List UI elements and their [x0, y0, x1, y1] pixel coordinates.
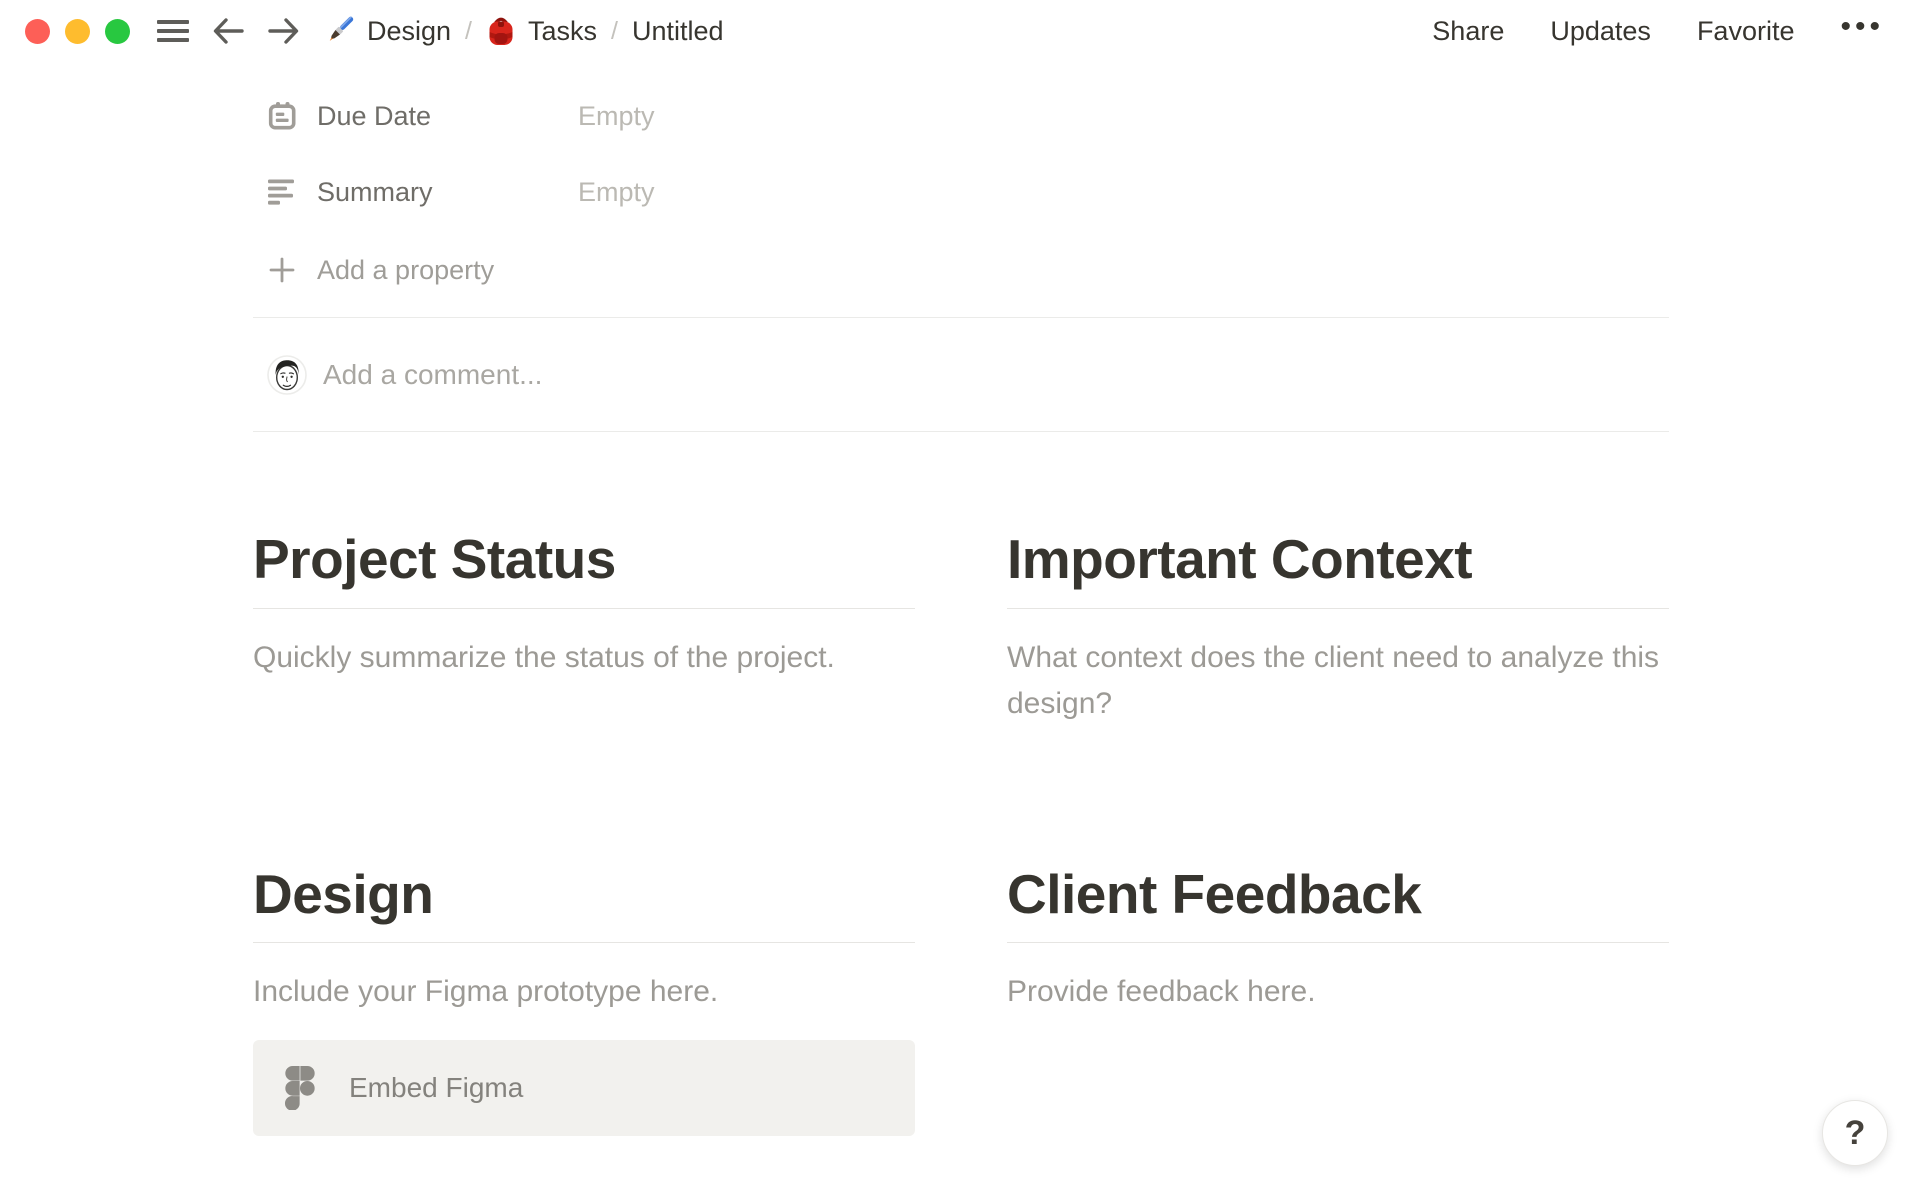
breadcrumb-separator: / [611, 16, 618, 45]
embed-figma-button[interactable]: Embed Figma [253, 1039, 915, 1136]
divider [1007, 942, 1669, 944]
property-label: Summary [317, 176, 433, 207]
section-design: Design Include your Figma prototype here… [253, 862, 915, 1136]
minimize-window-button[interactable] [65, 18, 90, 44]
comment-section [253, 318, 1669, 431]
breadcrumb-item-tasks[interactable]: Tasks [486, 15, 597, 47]
zoom-window-button[interactable] [105, 18, 130, 44]
section-title: Project Status [253, 528, 616, 590]
figma-icon [285, 1065, 315, 1110]
breadcrumb-label: Untitled [631, 15, 724, 46]
breadcrumb-label: Tasks [528, 15, 598, 46]
breadcrumb-item-untitled[interactable]: Untitled [632, 16, 724, 47]
section-title: Important Context [1007, 528, 1473, 590]
section-title: Client Feedback [1007, 862, 1422, 925]
section-body: What context does the client need to ana… [1007, 640, 1660, 721]
share-button[interactable]: Share [1432, 16, 1504, 47]
divider [253, 942, 915, 944]
section-project-status: Project Status Quickly summarize the sta… [253, 528, 915, 681]
help-button[interactable]: ? [1822, 1100, 1888, 1166]
property-row-due-date[interactable]: Due Date Empty [253, 96, 1669, 136]
property-label: Due Date [317, 100, 432, 131]
divider [253, 431, 1669, 432]
breadcrumb-item-design[interactable]: Design [323, 15, 451, 47]
calendar-icon [267, 101, 297, 131]
property-row-summary[interactable]: Summary Empty [253, 172, 1669, 212]
avatar [267, 355, 307, 395]
section-body: Include your Figma prototype here. [253, 975, 719, 1009]
paintbrush-icon [323, 15, 355, 47]
text-align-left-icon [267, 178, 297, 206]
breadcrumb: Design / Tasks / Untitled [323, 15, 724, 47]
updates-button[interactable]: Updates [1550, 16, 1651, 47]
divider [1007, 607, 1669, 609]
property-value[interactable]: Empty [578, 177, 655, 208]
breadcrumb-label: Design [367, 15, 452, 46]
section-important-context: Important Context What context does the … [1007, 528, 1669, 728]
forward-button[interactable] [268, 17, 299, 45]
comment-input[interactable] [323, 359, 1669, 391]
arrow-left-icon [213, 17, 244, 45]
section-title: Design [253, 862, 434, 925]
arrow-right-icon [268, 17, 299, 45]
section-body: Quickly summarize the status of the proj… [253, 640, 835, 674]
plus-icon [267, 256, 297, 284]
sidebar-menu-button[interactable] [157, 18, 189, 44]
back-button[interactable] [213, 17, 244, 45]
favorite-button[interactable]: Favorite [1697, 16, 1795, 47]
page-content: Due Date Empty Summary Empty Add a prope… [253, 96, 1669, 1136]
topbar-actions: Share Updates Favorite ••• [1432, 12, 1884, 50]
add-property-button[interactable]: Add a property [253, 250, 1669, 290]
close-window-button[interactable] [25, 18, 50, 44]
embed-figma-label: Embed Figma [349, 1071, 524, 1103]
section-body: Provide feedback here. [1007, 975, 1316, 1009]
window-title-bar: Design / Tasks / Untitled Share Updates … [0, 0, 1920, 62]
section-client-feedback: Client Feedback Provide feedback here. [1007, 862, 1669, 1016]
property-value[interactable]: Empty [578, 101, 655, 132]
divider [253, 607, 915, 609]
breadcrumb-separator: / [465, 16, 472, 45]
traffic-lights [25, 18, 130, 44]
add-property-label: Add a property [317, 254, 495, 285]
section-grid: Project Status Quickly summarize the sta… [253, 528, 1669, 1136]
backpack-icon [486, 15, 516, 47]
more-options-button[interactable]: ••• [1840, 12, 1884, 50]
hamburger-icon [157, 18, 189, 44]
